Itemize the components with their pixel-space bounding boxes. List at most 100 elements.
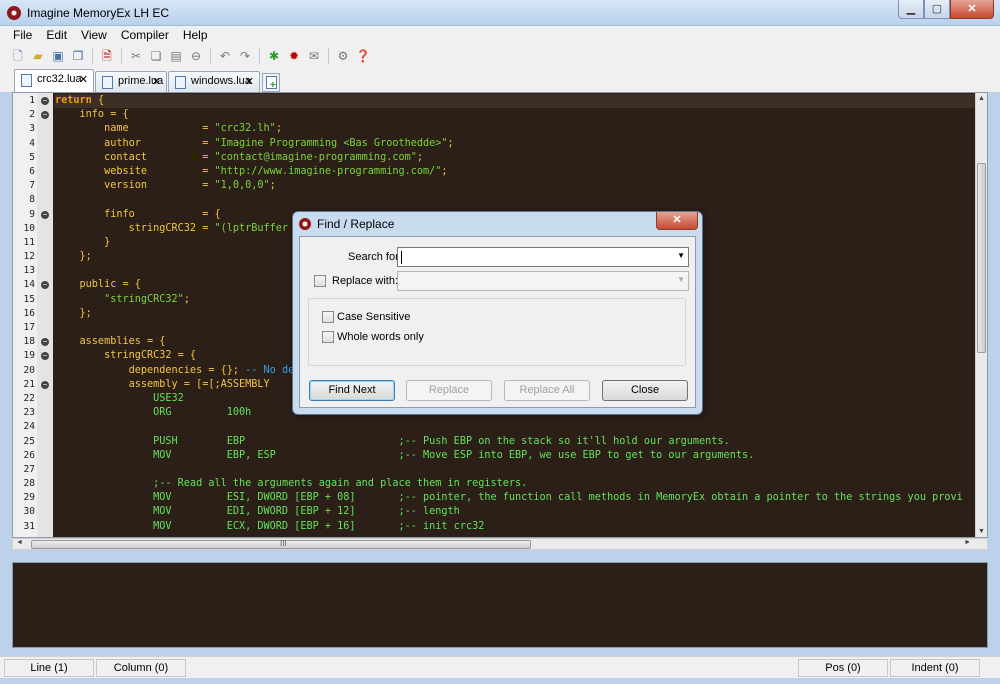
fold-cell: − [40, 335, 52, 349]
code-line[interactable]: contact = "contact@imagine-programming.c… [55, 151, 975, 165]
redo-icon[interactable]: ↷ [237, 48, 253, 64]
save-all-icon[interactable]: ❐ [70, 48, 86, 64]
fold-cell [40, 420, 52, 434]
fold-toggle-icon[interactable]: − [41, 210, 49, 219]
maximize-button[interactable]: ▢ [924, 0, 950, 19]
code-line[interactable]: author = "Imagine Programming <Bas Groot… [55, 137, 975, 151]
search-input[interactable]: ▼ [397, 247, 689, 267]
replace-all-button[interactable]: Replace All [504, 380, 590, 401]
line-number: 1 [29, 95, 35, 106]
tab-close-icon[interactable]: ✕ [245, 75, 254, 88]
code-line[interactable] [55, 420, 975, 434]
menu-edit[interactable]: Edit [39, 26, 74, 44]
fold-cell [40, 307, 52, 321]
copy-icon[interactable]: ❏ [148, 48, 164, 64]
fold-toggle-icon[interactable]: − [41, 97, 49, 105]
gutter: 1 2 3 4 5 6 7 8 9 10 11 12 13 14 15 16 17 18 19 20 21 22 23 24 2… [13, 93, 53, 537]
case-sensitive-checkbox[interactable] [322, 311, 334, 323]
replace-with-checkbox[interactable] [314, 275, 326, 287]
scroll-down-icon[interactable]: ▼ [978, 528, 985, 535]
tab-crc32[interactable]: crc32.lua ✕ [14, 69, 94, 92]
code-line[interactable]: info = { [55, 108, 975, 122]
tab-close-icon[interactable]: ✕ [79, 73, 88, 86]
undo-icon[interactable]: ↶ [217, 48, 233, 64]
fold-toggle-icon[interactable]: − [41, 281, 49, 290]
scroll-up-icon[interactable]: ▲ [978, 95, 985, 102]
code-line[interactable]: MOV ECX, DWORD [EBP + 16] ;-- init crc32 [55, 520, 975, 534]
line-number: 2 [29, 109, 35, 121]
fold-toggle-icon[interactable]: − [41, 380, 49, 389]
fold-cell [40, 321, 52, 335]
whole-words-checkbox[interactable] [322, 331, 334, 343]
code-line[interactable]: MOV ESI, DWORD [EBP + 08] ;-- pointer, t… [55, 491, 975, 505]
scroll-left-icon[interactable]: ◄ [16, 539, 23, 546]
new-file-icon[interactable]: 🗋 [10, 48, 26, 64]
delete-icon[interactable]: ⊖ [188, 48, 204, 64]
dialog-app-icon [299, 218, 311, 230]
replace-input[interactable]: ▼ [397, 271, 689, 291]
chevron-down-icon[interactable]: ▼ [677, 275, 685, 284]
document-icon [175, 76, 186, 89]
options-group: Case Sensitive Whole words only [308, 298, 686, 366]
fold-cell [40, 264, 52, 278]
code-line[interactable] [55, 463, 975, 477]
tab-close-icon[interactable]: ✕ [152, 75, 161, 88]
paste-icon[interactable]: ▤ [168, 48, 184, 64]
code-line[interactable]: MOV EBP, ESP ;-- Move ESP into EBP, we u… [55, 449, 975, 463]
chevron-down-icon[interactable]: ▼ [677, 251, 685, 260]
toolbar-separator [259, 48, 260, 64]
horizontal-scrollbar[interactable]: ◄ III ► [12, 538, 988, 550]
code-line[interactable]: version = "1,0,0,0"; [55, 179, 975, 193]
fold-cell: − [40, 378, 52, 392]
minimize-button[interactable]: ▁ [898, 0, 924, 19]
build-icon[interactable]: ✱ [266, 48, 282, 64]
fold-toggle-icon[interactable]: − [41, 352, 49, 361]
dialog-close-button[interactable]: ✕ [656, 212, 698, 230]
fold-cell [40, 477, 52, 491]
code-line[interactable] [55, 193, 975, 207]
line-number: 9 [29, 208, 35, 220]
open-file-icon[interactable]: ▰ [30, 48, 46, 64]
fold-cell [40, 293, 52, 307]
code-line[interactable]: MOV EDI, DWORD [EBP + 12] ;-- length [55, 505, 975, 519]
cut-icon[interactable]: ✂ [128, 48, 144, 64]
window-controls: ▁ ▢ ✕ [898, 0, 994, 19]
code-line[interactable]: PUSH EBP ;-- Push EBP on the stack so it… [55, 435, 975, 449]
run-icon[interactable]: ✹ [286, 48, 302, 64]
line-number: 18 [23, 336, 35, 348]
code-line[interactable]: website = "http://www.imagine-programmin… [55, 165, 975, 179]
close-button[interactable]: Close [602, 380, 688, 401]
fold-toggle-icon[interactable]: − [41, 111, 49, 120]
toolbar-separator [92, 48, 93, 64]
tab-bar: crc32.lua ✕ prime.lua ✕ windows.lua ✕ + [0, 68, 1000, 92]
tab-windows[interactable]: windows.lua ✕ [168, 71, 260, 92]
tab-prime[interactable]: prime.lua ✕ [95, 71, 167, 92]
vertical-scroll-thumb[interactable] [977, 163, 986, 353]
settings-icon[interactable]: ⚙ [335, 48, 351, 64]
line-number: 29 [23, 492, 35, 504]
menu-help[interactable]: Help [176, 26, 215, 44]
fold-cell [40, 236, 52, 250]
new-tab-button[interactable]: + [262, 73, 280, 92]
app-icon [7, 6, 21, 20]
fold-toggle-icon[interactable]: − [41, 338, 49, 347]
fold-cell [40, 406, 52, 420]
save-icon[interactable]: ▣ [50, 48, 66, 64]
vertical-scrollbar[interactable]: ▲ ▼ [975, 93, 987, 537]
mail-icon[interactable]: ✉ [306, 48, 322, 64]
replace-button[interactable]: Replace [406, 380, 492, 401]
menu-view[interactable]: View [74, 26, 114, 44]
scroll-right-icon[interactable]: ► [964, 539, 971, 546]
line-number: 6 [29, 165, 35, 177]
horizontal-scroll-thumb[interactable]: III [31, 539, 531, 549]
menu-compiler[interactable]: Compiler [114, 26, 176, 44]
menu-file[interactable]: File [6, 26, 39, 44]
export-icon[interactable]: 🗎 [99, 48, 115, 64]
code-line[interactable]: ;-- Read all the arguments again and pla… [55, 477, 975, 491]
code-line[interactable]: name = "crc32.lh"; [55, 122, 975, 136]
output-panel[interactable] [12, 562, 988, 648]
code-line[interactable]: return { [55, 94, 975, 109]
find-next-button[interactable]: Find Next [309, 380, 395, 401]
close-window-button[interactable]: ✕ [950, 0, 994, 19]
help-icon[interactable]: ❓ [355, 48, 371, 64]
